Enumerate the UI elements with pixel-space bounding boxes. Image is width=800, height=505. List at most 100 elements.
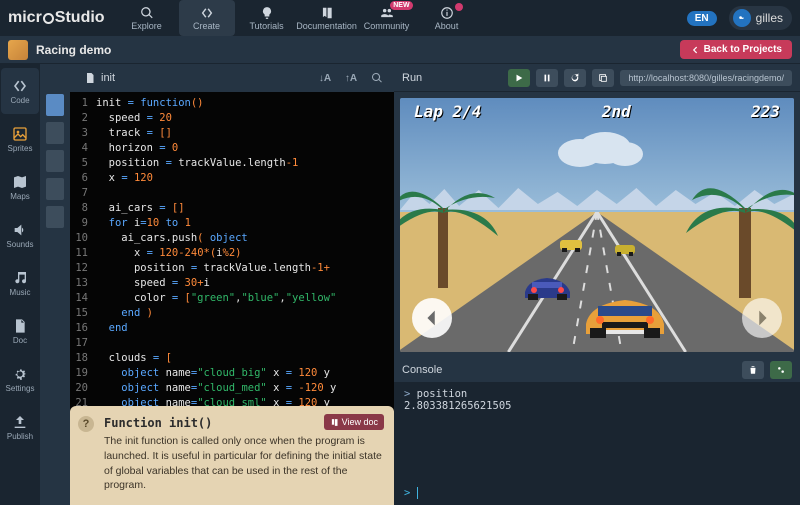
book-icon: [320, 6, 334, 20]
tab-settings[interactable]: Settings: [1, 356, 39, 402]
doc-hint: ? View doc Function init() The init func…: [70, 406, 394, 505]
palm-sprite: [684, 138, 794, 298]
run-bar: Run http://localhost:8080/gilles/racingd…: [394, 64, 800, 92]
nav-label: Tutorials: [249, 21, 283, 31]
map-icon: [12, 174, 28, 190]
nav-about[interactable]: About: [419, 0, 475, 36]
window-icon: [598, 73, 608, 83]
code-icon: [12, 78, 28, 94]
tab-sounds[interactable]: Sounds: [1, 212, 39, 258]
new-badge: NEW: [390, 1, 412, 10]
file-item[interactable]: [46, 94, 64, 116]
steer-right-button[interactable]: [742, 298, 782, 338]
arrow-left-icon: [421, 307, 443, 329]
gear-icon: [12, 366, 28, 382]
back-to-projects-button[interactable]: Back to Projects: [680, 40, 792, 59]
tab-maps[interactable]: Maps: [1, 164, 39, 210]
arrow-right-icon: [751, 307, 773, 329]
tab-code[interactable]: Code: [1, 68, 39, 114]
file-item[interactable]: [46, 178, 64, 200]
file-icon: [84, 72, 96, 84]
language-selector[interactable]: EN: [687, 11, 717, 26]
console-entry-var: position: [417, 388, 468, 400]
sort-az-button[interactable]: ↓A: [314, 69, 336, 87]
search-button[interactable]: [366, 69, 388, 87]
nav-label: Create: [193, 21, 220, 31]
file-item[interactable]: [46, 206, 64, 228]
top-nav: micrStudio Explore Create Tutorials Docu…: [0, 0, 800, 36]
console-prompt[interactable]: >: [404, 487, 424, 499]
left-tabs: Code Sprites Maps Sounds Music Doc Setti…: [0, 64, 40, 505]
detach-button[interactable]: [592, 69, 614, 87]
game-hud: Lap 2/4 2nd 223: [400, 102, 794, 121]
music-icon: [12, 270, 28, 286]
main-area: Code Sprites Maps Sounds Music Doc Setti…: [0, 64, 800, 505]
run-url[interactable]: http://localhost:8080/gilles/racingdemo/: [620, 70, 792, 86]
console-label: Console: [402, 364, 442, 376]
image-icon: [12, 126, 28, 142]
back-label: Back to Projects: [704, 44, 782, 55]
nav-documentation[interactable]: Documentation: [299, 0, 355, 36]
nav-community[interactable]: NEW Community: [359, 0, 415, 36]
palm-sprite: [400, 148, 500, 288]
pause-button[interactable]: [536, 69, 558, 87]
nav-tutorials[interactable]: Tutorials: [239, 0, 295, 36]
hud-lap: Lap 2/4: [414, 102, 481, 121]
play-button[interactable]: [508, 69, 530, 87]
sound-icon: [12, 222, 28, 238]
tab-music[interactable]: Music: [1, 260, 39, 306]
nav-create[interactable]: Create: [179, 0, 235, 36]
game-view[interactable]: Lap 2/4 2nd 223: [400, 98, 794, 352]
editor: init ↓A ↑A 1init = function()2 speed = 2…: [70, 64, 394, 505]
nav-label: Documentation: [296, 21, 357, 31]
console-output[interactable]: > position 2.803381265621505 >: [394, 382, 800, 505]
project-icon: [8, 40, 28, 60]
reload-button[interactable]: [564, 69, 586, 87]
car-sprite: [520, 272, 575, 302]
file-tab-label: init: [101, 72, 115, 84]
book-icon: [330, 418, 339, 427]
console-settings-button[interactable]: [770, 361, 792, 379]
tab-publish[interactable]: Publish: [1, 404, 39, 450]
console-entry-value: 2.803381265621505: [404, 400, 790, 412]
project-bar: Racing demo Back to Projects: [0, 36, 800, 64]
view-doc-button[interactable]: View doc: [324, 414, 384, 430]
doc-icon: [12, 318, 28, 334]
tab-sprites[interactable]: Sprites: [1, 116, 39, 162]
username: gilles: [756, 11, 783, 25]
bulb-icon: [260, 6, 274, 20]
brand-logo[interactable]: micrStudio: [8, 9, 105, 27]
file-item[interactable]: [46, 122, 64, 144]
search-icon: [371, 72, 383, 84]
trash-icon: [748, 365, 758, 375]
nav-label: About: [435, 21, 459, 31]
doc-hint-body: The init function is called only once wh…: [82, 434, 382, 493]
right-panel: Run http://localhost:8080/gilles/racingd…: [394, 64, 800, 505]
user-menu[interactable]: gilles: [729, 6, 792, 30]
console-clear-button[interactable]: [742, 361, 764, 379]
hud-position: 2nd: [602, 102, 631, 121]
editor-tabrow: init ↓A ↑A: [70, 64, 394, 92]
reload-icon: [570, 73, 580, 83]
hud-speed: 223: [751, 102, 780, 121]
nav-explore[interactable]: Explore: [119, 0, 175, 36]
search-icon: [140, 6, 154, 20]
file-tab[interactable]: init: [76, 68, 123, 88]
sort-za-button[interactable]: ↑A: [340, 69, 362, 87]
notification-dot: [455, 3, 463, 11]
arrow-left-icon: [690, 45, 700, 55]
code-icon: [200, 6, 214, 20]
project-title: Racing demo: [36, 43, 111, 57]
run-label: Run: [402, 72, 422, 84]
files-list: [40, 64, 70, 505]
tab-doc[interactable]: Doc: [1, 308, 39, 354]
file-item[interactable]: [46, 150, 64, 172]
nav-label: Explore: [131, 21, 162, 31]
gears-icon: [776, 365, 786, 375]
info-icon: [440, 6, 454, 20]
nav-label: Community: [364, 21, 410, 31]
player-car-sprite: [580, 292, 670, 340]
console-bar: Console: [394, 358, 800, 382]
play-icon: [514, 73, 524, 83]
steer-left-button[interactable]: [412, 298, 452, 338]
